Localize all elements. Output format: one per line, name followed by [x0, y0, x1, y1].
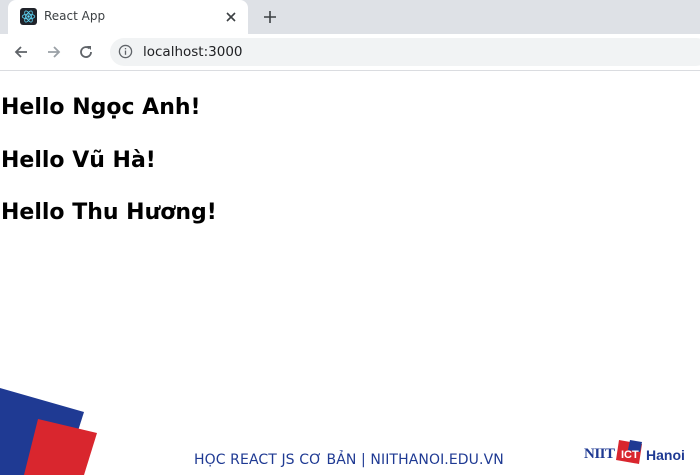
logo-box-text: ICT	[621, 449, 639, 461]
back-arrow-icon[interactable]	[9, 40, 33, 64]
close-icon[interactable]	[222, 8, 240, 26]
logo-hanoi-text: Hanoi	[646, 447, 685, 463]
reload-icon[interactable]	[74, 40, 98, 64]
niit-hanoi-logo: NIIT ICT Hanoi	[584, 438, 694, 472]
browser-tab[interactable]: React App	[8, 0, 248, 34]
greeting-heading: Hello Ngọc Anh!	[1, 95, 201, 120]
forward-arrow-icon[interactable]	[42, 40, 66, 64]
tab-strip: React App	[0, 0, 700, 34]
tab-title: React App	[44, 9, 106, 23]
info-icon[interactable]	[118, 44, 133, 64]
greeting-heading: Hello Thu Hương!	[1, 200, 217, 225]
logo-niit-text: NIIT	[584, 446, 615, 462]
react-logo-icon	[20, 8, 37, 25]
browser-toolbar: localhost:3000	[0, 34, 700, 71]
address-bar[interactable]: localhost:3000	[110, 38, 700, 66]
ict-logo-icon: ICT	[616, 440, 642, 464]
footer-caption: HỌC REACT JS CƠ BẢN | NIITHANOI.EDU.VN	[194, 452, 504, 468]
greeting-heading: Hello Vũ Hà!	[1, 148, 156, 173]
new-tab-plus-icon[interactable]	[258, 5, 282, 29]
url-text: localhost:3000	[143, 44, 243, 60]
decorative-corner-shapes	[0, 388, 97, 475]
